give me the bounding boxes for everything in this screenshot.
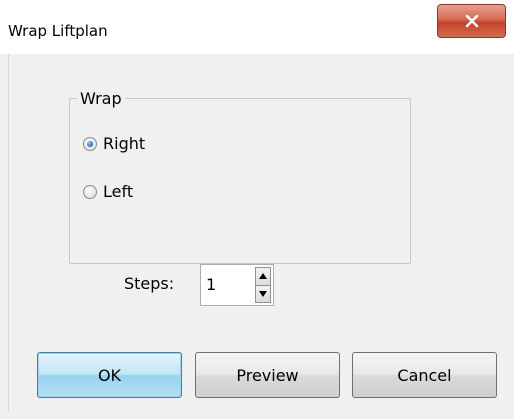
cancel-button[interactable]: Cancel (352, 352, 497, 398)
preview-button[interactable]: Preview (195, 352, 340, 398)
steps-spinner[interactable]: 1 (200, 264, 274, 306)
spin-up-button[interactable] (255, 267, 271, 286)
spin-down-button[interactable] (255, 285, 271, 303)
title-bar: Wrap Liftplan (0, 0, 514, 54)
close-icon (465, 14, 478, 28)
steps-value[interactable]: 1 (206, 275, 216, 294)
radio-left[interactable]: Left (83, 182, 133, 201)
steps-label: Steps: (124, 274, 175, 293)
dialog-window: Wrap Liftplan Wrap Right Left Steps: 1 O… (0, 0, 514, 419)
wrap-groupbox (69, 98, 411, 264)
ok-button[interactable]: OK (37, 352, 182, 398)
radio-right-button[interactable] (83, 136, 97, 151)
spin-up-icon (259, 273, 267, 280)
radio-left-button[interactable] (83, 184, 97, 199)
radio-left-label: Left (103, 182, 134, 201)
spin-down-icon (259, 290, 267, 297)
window-title: Wrap Liftplan (8, 22, 108, 40)
radio-right-label: Right (103, 134, 146, 153)
spin-buttons (255, 267, 271, 303)
radio-right[interactable]: Right (83, 134, 145, 153)
wrap-group-label: Wrap (77, 89, 125, 108)
close-button[interactable] (437, 4, 506, 38)
dialog-client-area: Wrap Right Left Steps: 1 OK Preview Canc… (8, 54, 507, 412)
